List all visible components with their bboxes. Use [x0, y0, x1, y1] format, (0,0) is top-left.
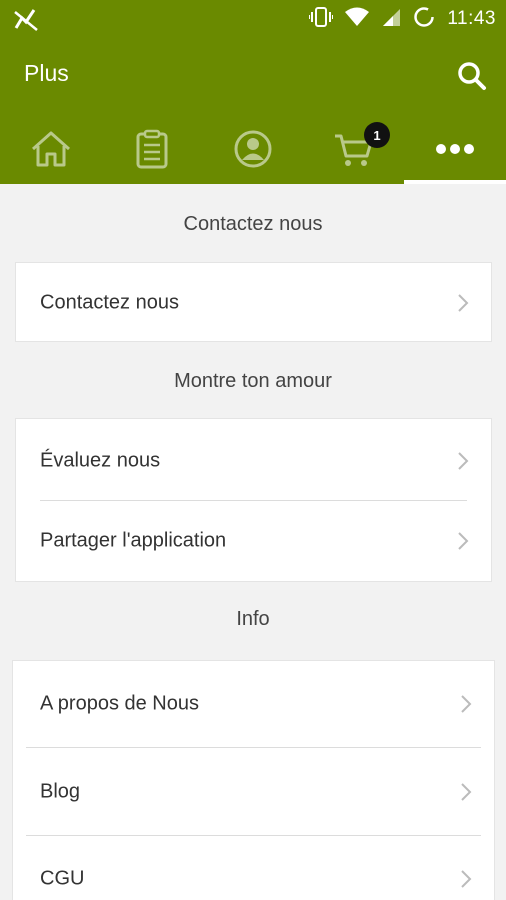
notification-icon: [12, 6, 40, 32]
app-bar: Plus: [0, 38, 506, 114]
section-title-info: Info: [236, 608, 270, 630]
section-title-love: Montre ton amour: [174, 370, 332, 392]
tab-home[interactable]: [0, 114, 101, 184]
chevron-right-icon: [458, 294, 469, 312]
tab-more[interactable]: [404, 114, 506, 184]
list-item-blog[interactable]: Blog: [13, 748, 494, 835]
list-item-label: Partager l'application: [40, 529, 227, 552]
chevron-right-icon: [458, 452, 469, 470]
content: Contactez nous Contactez nous Montre ton…: [0, 184, 506, 900]
card-info: A propos de Nous Blog CGU: [12, 660, 495, 900]
card-love: Évaluez nous Partager l'application: [15, 418, 492, 582]
list-item-label: Blog: [40, 780, 81, 802]
list-item-label: A propos de Nous: [40, 692, 199, 715]
list-item-share[interactable]: Partager l'application: [16, 501, 491, 581]
list-item-cgu[interactable]: CGU: [13, 836, 494, 900]
chevron-right-icon: [458, 532, 469, 550]
chevron-right-icon: [461, 782, 472, 801]
chevron-right-icon: [461, 870, 472, 888]
list-item-label: Contactez nous: [40, 291, 179, 314]
cart-badge: 1: [364, 122, 390, 148]
list-item-label: Évaluez nous: [40, 449, 161, 472]
tab-orders[interactable]: [101, 114, 202, 184]
tab-account[interactable]: [202, 114, 303, 184]
chevron-right-icon: [461, 695, 472, 713]
vibrate-icon: [308, 6, 335, 33]
battery-charging-icon: [413, 6, 435, 33]
tab-bar: 1: [0, 114, 506, 184]
list-item-about[interactable]: A propos de Nous: [13, 661, 494, 747]
card-contact: Contactez nous: [15, 262, 492, 342]
tab-cart[interactable]: 1: [303, 114, 404, 184]
clipboard-icon: [135, 129, 169, 169]
page-title: Plus: [24, 60, 69, 86]
home-icon: [29, 129, 73, 169]
wifi-icon: [345, 7, 370, 32]
account-icon: [233, 129, 273, 169]
search-icon[interactable]: [456, 60, 488, 92]
status-time: 11:43: [447, 8, 496, 29]
more-icon: [435, 143, 475, 155]
status-bar: 11:43: [0, 0, 506, 38]
signal-icon: [381, 7, 401, 32]
list-item-label: CGU: [40, 867, 85, 890]
list-item-contact[interactable]: Contactez nous: [16, 263, 491, 343]
section-title-contact: Contactez nous: [183, 213, 323, 235]
list-item-rate[interactable]: Évaluez nous: [16, 421, 491, 501]
